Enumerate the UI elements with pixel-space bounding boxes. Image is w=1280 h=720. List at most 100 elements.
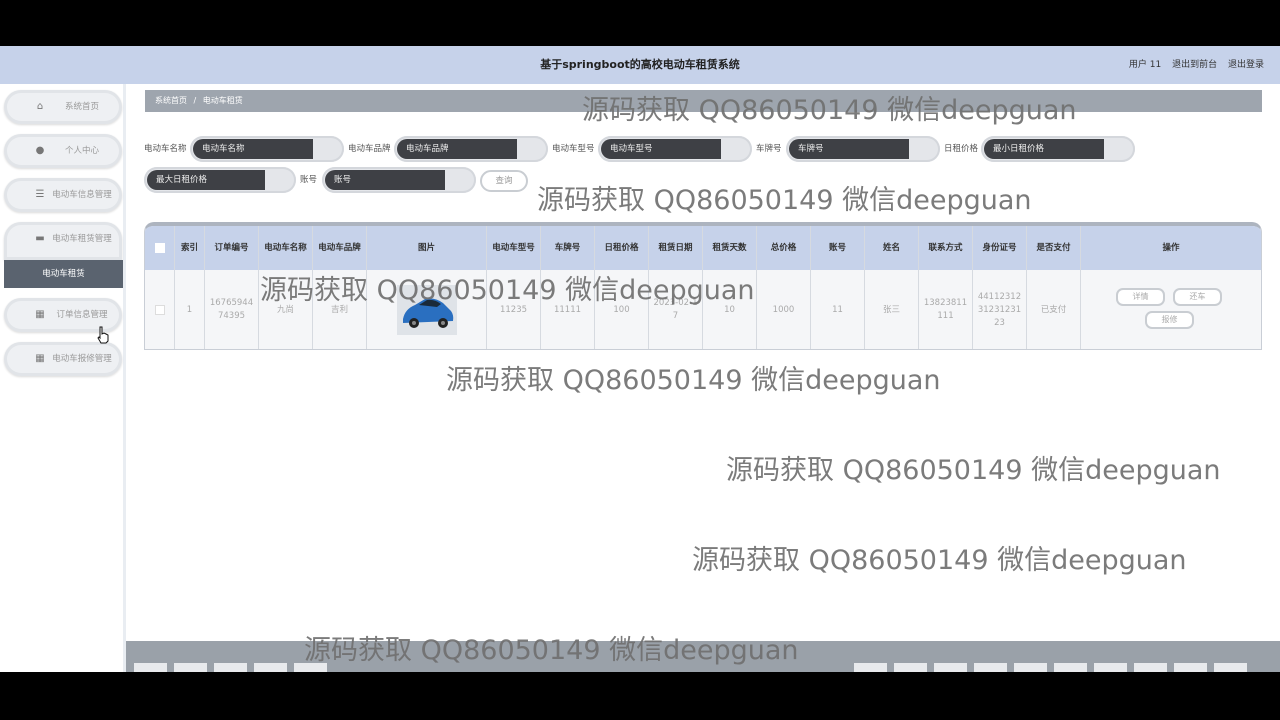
grid-icon: ▦ (35, 309, 45, 320)
footer-block (854, 663, 887, 672)
column-header: 车牌号 (541, 226, 595, 270)
column-header: 总价格 (757, 226, 811, 270)
column-header: 是否支付 (1027, 226, 1081, 270)
footer-block (1094, 663, 1127, 672)
min-price-input[interactable]: 最小日租价格 (981, 136, 1135, 162)
sidebar-item-label: 电动车信息管理 (52, 190, 112, 200)
watermark-text: 源码获取 QQ86050149 微信deepguan (726, 455, 1221, 486)
name-input-placeholder: 电动车名称 (193, 139, 313, 159)
sidebar-item-ebike-rental[interactable]: ▬ 电动车租赁管理 (4, 222, 122, 260)
column-header: 电动车品牌 (313, 226, 367, 270)
column-header: 订单编号 (205, 226, 259, 270)
sidebar-item-label: 系统首页 (64, 102, 99, 112)
top-header: 基于springboot的高校电动车租赁系统 用户 11 退出到前台 退出登录 (0, 46, 1280, 84)
app-window: 基于springboot的高校电动车租赁系统 用户 11 退出到前台 退出登录 … (0, 46, 1280, 672)
return-button[interactable]: 还车 (1173, 288, 1222, 306)
footer-block (894, 663, 927, 672)
account-input-placeholder: 账号 (325, 170, 445, 190)
footer-block (1174, 663, 1207, 672)
filter-label-account: 账号 (300, 175, 318, 185)
watermark-text: 源码获取 QQ86050149 微信deepguan (582, 95, 1077, 126)
footer-block (134, 663, 167, 672)
sidebar: ⌂ 系统首页 ● 个人中心 ☰ 电动车信息管理 ▬ 电动车租赁管理 电动车租赁 … (0, 84, 126, 672)
logout-link[interactable]: 退出登录 (1228, 60, 1264, 70)
detail-button[interactable]: 详情 (1116, 288, 1165, 306)
table-cell: 11 (811, 270, 865, 349)
footer-block (1134, 663, 1167, 672)
sidebar-item-profile[interactable]: ● 个人中心 (4, 134, 122, 168)
row-actions: 详情 还车 报修 (1084, 285, 1258, 335)
sidebar-item-repair[interactable]: ▦ 电动车报修管理 (4, 342, 122, 376)
column-header: 索引 (175, 226, 205, 270)
name-input[interactable]: 电动车名称 (190, 136, 344, 162)
sidebar-item-home[interactable]: ⌂ 系统首页 (4, 90, 122, 124)
filter-label-name: 电动车名称 (144, 144, 187, 154)
breadcrumb-current: 电动车租赁 (202, 96, 243, 105)
footer-block (214, 663, 247, 672)
brand-input[interactable]: 电动车品牌 (394, 136, 548, 162)
table-cell: 已支付 (1027, 270, 1081, 349)
hand-cursor-icon (97, 326, 109, 344)
max-price-placeholder: 最大日租价格 (147, 170, 265, 190)
grid-icon: ▦ (35, 353, 45, 364)
ticket-icon: ▬ (35, 233, 45, 244)
plate-input-placeholder: 车牌号 (789, 139, 909, 159)
back-to-front-link[interactable]: 退出到前台 (1172, 60, 1217, 70)
column-header: 日租价格 (595, 226, 649, 270)
row-select-cell (145, 270, 175, 349)
sidebar-subitem-ebike-rental[interactable]: 电动车租赁 (4, 260, 123, 288)
account-input[interactable]: 账号 (322, 167, 476, 193)
list-icon: ☰ (35, 189, 45, 200)
filter-label-plate: 车牌号 (756, 144, 782, 154)
table-cell: 13823811111 (919, 270, 973, 349)
watermark-text: 源码获取 QQ86050149 微信deepguan (692, 545, 1187, 576)
column-header: 电动车名称 (259, 226, 313, 270)
footer-block (174, 663, 207, 672)
filter-label-price: 日租价格 (944, 144, 979, 154)
column-header: 操作 (1162, 242, 1180, 253)
breadcrumb-home[interactable]: 系统首页 (155, 96, 187, 105)
watermark-text: 源码获取 QQ86050149 微信deepguan (304, 635, 799, 666)
watermark-text: 源码获取 QQ86050149 微信deepguan (260, 275, 755, 306)
header-user-menu: 用户 11 退出到前台 退出登录 (1121, 46, 1264, 84)
query-button[interactable]: 查询 (480, 170, 528, 192)
sidebar-item-ebike-info[interactable]: ☰ 电动车信息管理 (4, 178, 122, 212)
footer-block (974, 663, 1007, 672)
table-cell: 1676594474395 (205, 270, 259, 349)
table-cell: 1 (175, 270, 205, 349)
min-price-placeholder: 最小日租价格 (984, 139, 1104, 159)
row-checkbox[interactable] (154, 305, 165, 315)
footer-block (934, 663, 967, 672)
app-title: 基于springboot的高校电动车租赁系统 (540, 58, 740, 71)
filter-label-brand: 电动车品牌 (348, 144, 391, 154)
column-header: 身份证号 (973, 226, 1027, 270)
footer-block (254, 663, 287, 672)
plate-input[interactable]: 车牌号 (786, 136, 940, 162)
column-header: 电动车型号 (487, 226, 541, 270)
sidebar-item-label: 电动车租赁管理 (52, 234, 112, 244)
user-label: 用户 11 (1128, 60, 1162, 70)
watermark-text: 源码获取 QQ86050149 微信deepguan (446, 365, 941, 396)
model-input-placeholder: 电动车型号 (601, 139, 721, 159)
home-icon: ⌂ (36, 101, 44, 112)
repair-button[interactable]: 报修 (1145, 311, 1194, 329)
filter-label-model: 电动车型号 (552, 144, 595, 154)
breadcrumb-separator: / (193, 96, 197, 105)
model-input[interactable]: 电动车型号 (598, 136, 752, 162)
actions-cell: 详情 还车 报修 (1081, 270, 1261, 349)
brand-input-placeholder: 电动车品牌 (397, 139, 517, 159)
user-icon: ● (35, 145, 45, 156)
column-header: 图片 (367, 226, 487, 270)
column-header: 租赁天数 (703, 226, 757, 270)
table-cell: 441123123123123123 (973, 270, 1027, 349)
column-header: 租赁日期 (649, 226, 703, 270)
column-header: 姓名 (865, 226, 919, 270)
table-header: 索引 订单编号 电动车名称 电动车品牌 图片 电动车型号 车牌号 日租价格 租赁… (145, 226, 1261, 270)
footer-block (1054, 663, 1087, 672)
max-price-input[interactable]: 最大日租价格 (144, 167, 296, 193)
sidebar-item-label: 电动车报修管理 (52, 354, 112, 364)
select-all-checkbox[interactable] (154, 243, 165, 253)
table-cell: 1000 (757, 270, 811, 349)
select-all-cell (145, 226, 175, 270)
footer-block (1214, 663, 1247, 672)
